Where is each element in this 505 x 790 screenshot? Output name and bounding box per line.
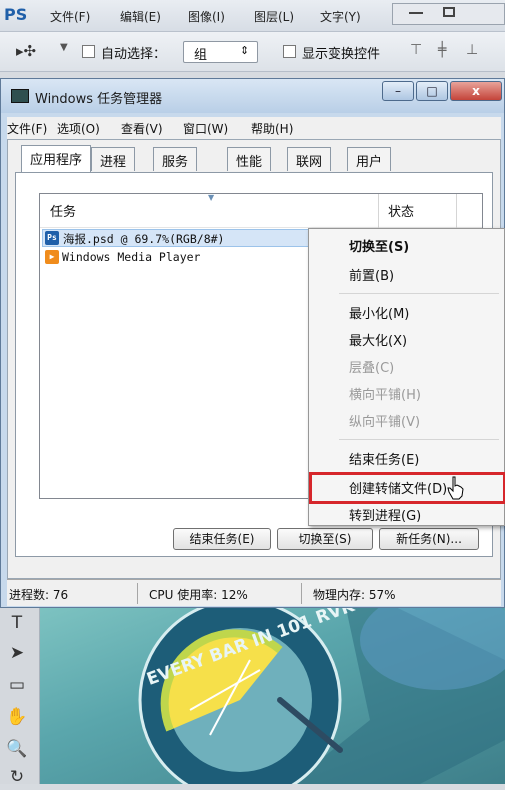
ps-menu-layer[interactable]: 图层(L) xyxy=(254,8,294,25)
menu-separator xyxy=(339,439,499,440)
photoshop-app-icon: Ps xyxy=(45,231,59,245)
menu-file[interactable]: 文件(F) xyxy=(7,120,47,137)
media-player-app-icon: ▶ xyxy=(45,250,59,264)
show-transform-label: 显示变换控件 xyxy=(302,47,381,62)
menu-item-end-task[interactable]: 结束任务(E) xyxy=(349,449,419,468)
close-button[interactable]: x xyxy=(450,81,502,101)
process-count: 进程数: 76 xyxy=(9,588,69,602)
status-divider xyxy=(301,583,302,604)
type-tool-icon[interactable]: T xyxy=(4,610,30,636)
document-canvas[interactable]: EVERY BAR IN 101 RVK xyxy=(40,600,505,784)
select-value: 组 xyxy=(194,48,208,63)
task-name: Windows Media Player xyxy=(62,250,201,264)
hand-cursor-icon xyxy=(447,476,464,500)
ps-window-controls[interactable] xyxy=(392,3,505,25)
tab-applications[interactable]: 应用程序 xyxy=(21,145,92,173)
tab-performance[interactable]: 性能 xyxy=(227,147,272,171)
menu-item-bring-to-front[interactable]: 前置(B) xyxy=(349,265,394,284)
menu-separator xyxy=(339,293,499,294)
task-manager-statusbar: 进程数: 76 CPU 使用率: 12% 物理内存: 57% xyxy=(7,579,501,606)
menu-item-maximize[interactable]: 最大化(X) xyxy=(349,330,407,349)
ps-menu-type[interactable]: 文字(Y) xyxy=(320,8,361,25)
maximize-button[interactable]: □ xyxy=(416,81,448,101)
rotate-view-tool-icon[interactable]: ↻ xyxy=(4,764,30,790)
auto-select-target-select[interactable]: 组 ⇕ xyxy=(183,41,258,63)
menu-item-tile-horizontally[interactable]: 横向平铺(H) xyxy=(349,384,421,403)
photoshop-menubar: PS 文件(F) 编辑(E) 图像(I) 图层(L) 文字(Y) xyxy=(0,0,505,32)
tab-processes[interactable]: 进程 xyxy=(91,147,136,171)
column-header-status[interactable]: 状态 xyxy=(388,201,414,220)
chevron-down-icon[interactable]: ▼ xyxy=(60,42,68,53)
context-menu: 切换至(S) 前置(B) 最小化(M) 最大化(X) 层叠(C) 横向平铺(H)… xyxy=(308,228,505,526)
minimize-button[interactable]: – xyxy=(382,81,414,101)
status-divider xyxy=(137,583,138,604)
photoshop-logo: PS xyxy=(4,5,28,24)
tab-users[interactable]: 用户 xyxy=(347,147,392,171)
align-middle-icon[interactable]: ╪ xyxy=(438,42,446,58)
column-divider[interactable] xyxy=(378,194,379,228)
menu-item-minimize[interactable]: 最小化(M) xyxy=(349,303,409,322)
window-controls: – □ x xyxy=(382,81,504,101)
task-manager-titlebar[interactable]: Windows 任务管理器 – □ x xyxy=(1,79,504,113)
path-selection-tool-icon[interactable]: ➤ xyxy=(4,640,30,666)
minimize-icon[interactable] xyxy=(409,12,423,14)
menu-window[interactable]: 窗口(W) xyxy=(183,120,228,137)
rectangle-tool-icon[interactable]: ▭ xyxy=(4,672,30,698)
menu-item-create-dump-file[interactable]: 创建转储文件(D) xyxy=(349,478,447,497)
column-header-task[interactable]: 任务 xyxy=(50,201,76,220)
sort-arrow-icon: ▼ xyxy=(208,193,215,202)
align-bottom-icon[interactable]: ⊥ xyxy=(466,42,478,58)
menu-help[interactable]: 帮助(H) xyxy=(251,120,293,137)
task-list-header: 任务 ▼ 状态 xyxy=(40,193,482,228)
tab-networking[interactable]: 联网 xyxy=(287,147,332,171)
auto-select-label: 自动选择： xyxy=(101,47,167,62)
task-manager-icon xyxy=(11,89,29,103)
menu-item-go-to-process[interactable]: 转到进程(G) xyxy=(349,505,421,524)
menu-item-switch-to[interactable]: 切换至(S) xyxy=(349,236,409,255)
poster-artwork: EVERY BAR IN 101 RVK xyxy=(138,600,505,784)
cpu-usage: CPU 使用率: 12% xyxy=(149,588,248,602)
ps-menu-edit[interactable]: 编辑(E) xyxy=(120,8,161,25)
task-manager-menubar: 文件(F) 选项(O) 查看(V) 窗口(W) 帮助(H) xyxy=(7,117,501,139)
ps-menu-image[interactable]: 图像(I) xyxy=(188,8,225,25)
zoom-tool-icon[interactable]: 🔍 xyxy=(4,736,30,762)
new-task-button[interactable]: 新任务(N)... xyxy=(379,528,479,550)
stepper-icon: ⇕ xyxy=(240,44,250,57)
menu-item-tile-vertically[interactable]: 纵向平铺(V) xyxy=(349,411,420,430)
tab-services[interactable]: 服务 xyxy=(153,147,198,171)
align-top-icon[interactable]: ⊤ xyxy=(410,42,422,58)
auto-select-checkbox[interactable] xyxy=(82,45,95,58)
show-transform-checkbox[interactable] xyxy=(283,45,296,58)
menu-item-cascade[interactable]: 层叠(C) xyxy=(349,357,394,376)
photoshop-toolbar: T ➤ ▭ ✋ 🔍 ↻ xyxy=(0,600,40,787)
switch-to-button[interactable]: 切换至(S) xyxy=(277,528,373,550)
menu-view[interactable]: 查看(V) xyxy=(121,120,163,137)
move-tool-icon[interactable]: ▸✣ xyxy=(16,42,36,60)
memory-usage: 物理内存: 57% xyxy=(313,588,396,602)
task-name: 海报.psd @ 69.7%(RGB/8#) xyxy=(63,232,225,246)
menu-options[interactable]: 选项(O) xyxy=(57,120,100,137)
end-task-button[interactable]: 结束任务(E) xyxy=(173,528,271,550)
column-divider[interactable] xyxy=(456,194,457,228)
maximize-icon[interactable] xyxy=(443,7,455,17)
ps-menu-file[interactable]: 文件(F) xyxy=(50,8,90,25)
window-title: Windows 任务管理器 xyxy=(35,92,163,107)
hand-tool-icon[interactable]: ✋ xyxy=(4,704,30,730)
